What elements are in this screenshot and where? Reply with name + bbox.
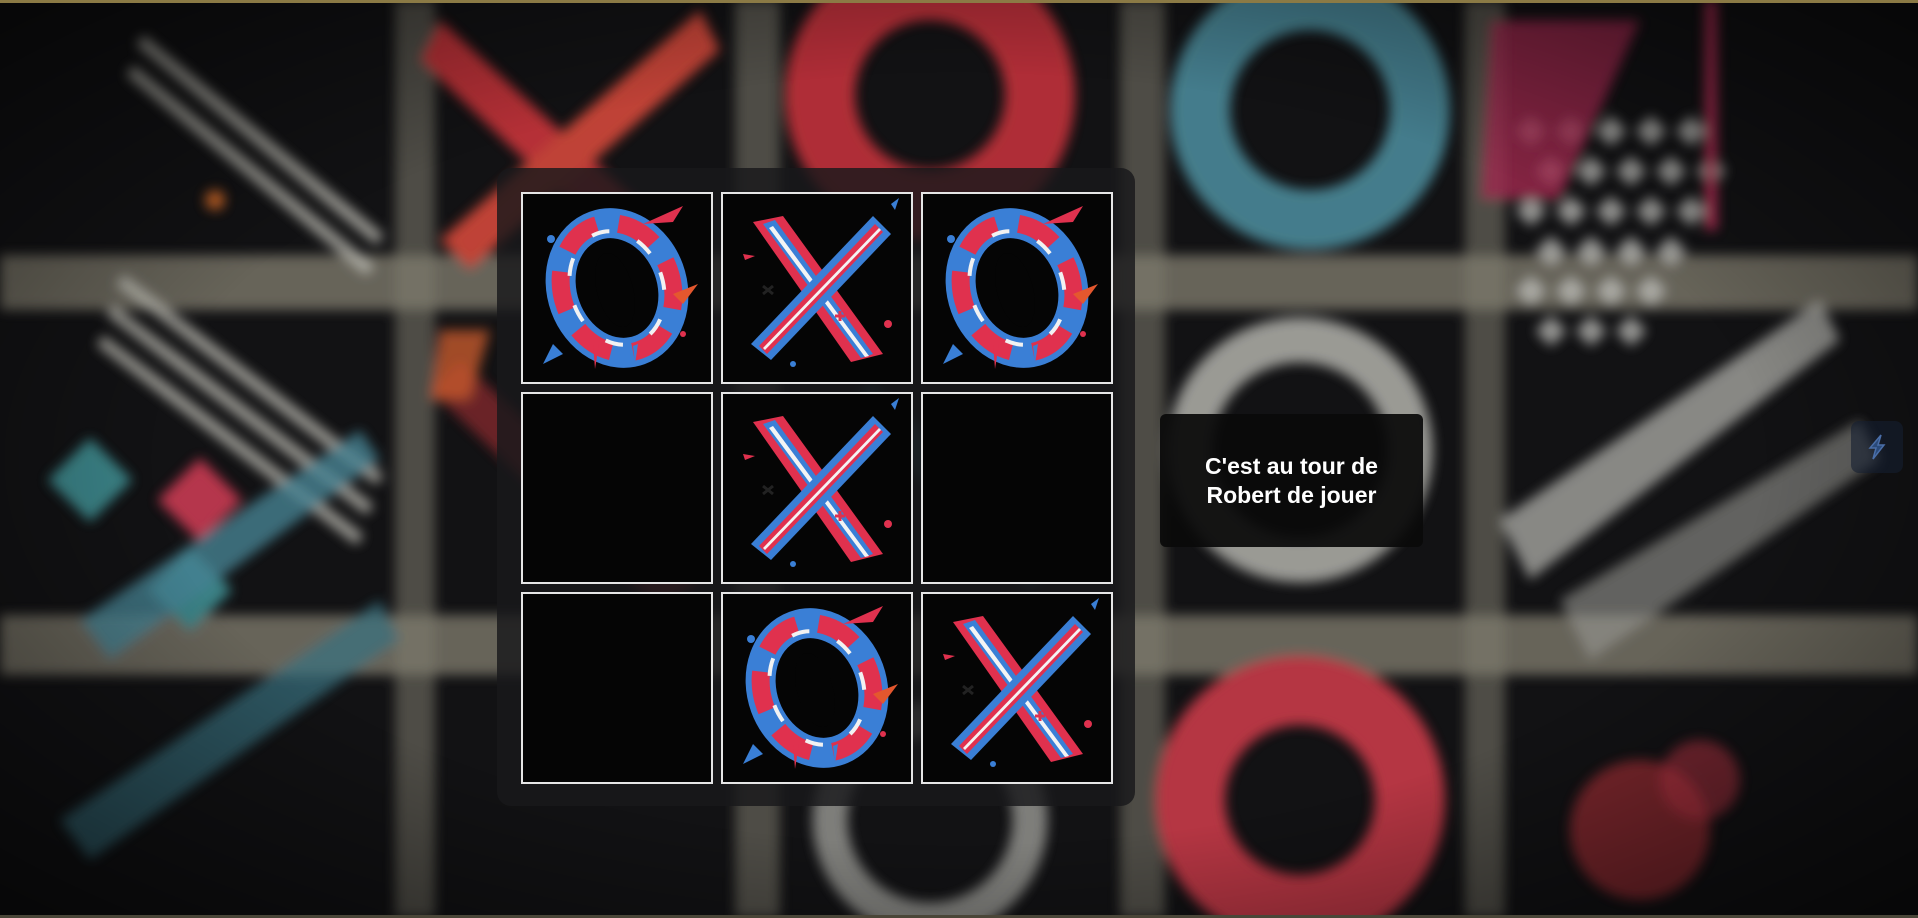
board-cell-3[interactable] [921,192,1113,384]
graffiti-o-icon [723,594,911,782]
board-cell-1[interactable] [521,192,713,384]
graffiti-x-icon [723,394,911,582]
turn-status-panel: C'est au tour de Robert de jouer [1160,414,1423,547]
board-cell-5[interactable] [721,392,913,584]
graffiti-o-icon [923,194,1111,382]
board-cell-9[interactable] [921,592,1113,784]
board-cell-2[interactable] [721,192,913,384]
graffiti-x-icon [923,594,1111,782]
board-cell-6[interactable] [921,392,1113,584]
board-cell-8[interactable] [721,592,913,784]
graffiti-o-icon [523,194,711,382]
turn-message: C'est au tour de Robert de jouer [1205,452,1378,508]
game-board [497,168,1135,806]
board-cell-7[interactable] [521,592,713,784]
graffiti-x-icon [723,194,911,382]
lightning-icon[interactable] [1851,421,1903,473]
board-cell-4[interactable] [521,392,713,584]
